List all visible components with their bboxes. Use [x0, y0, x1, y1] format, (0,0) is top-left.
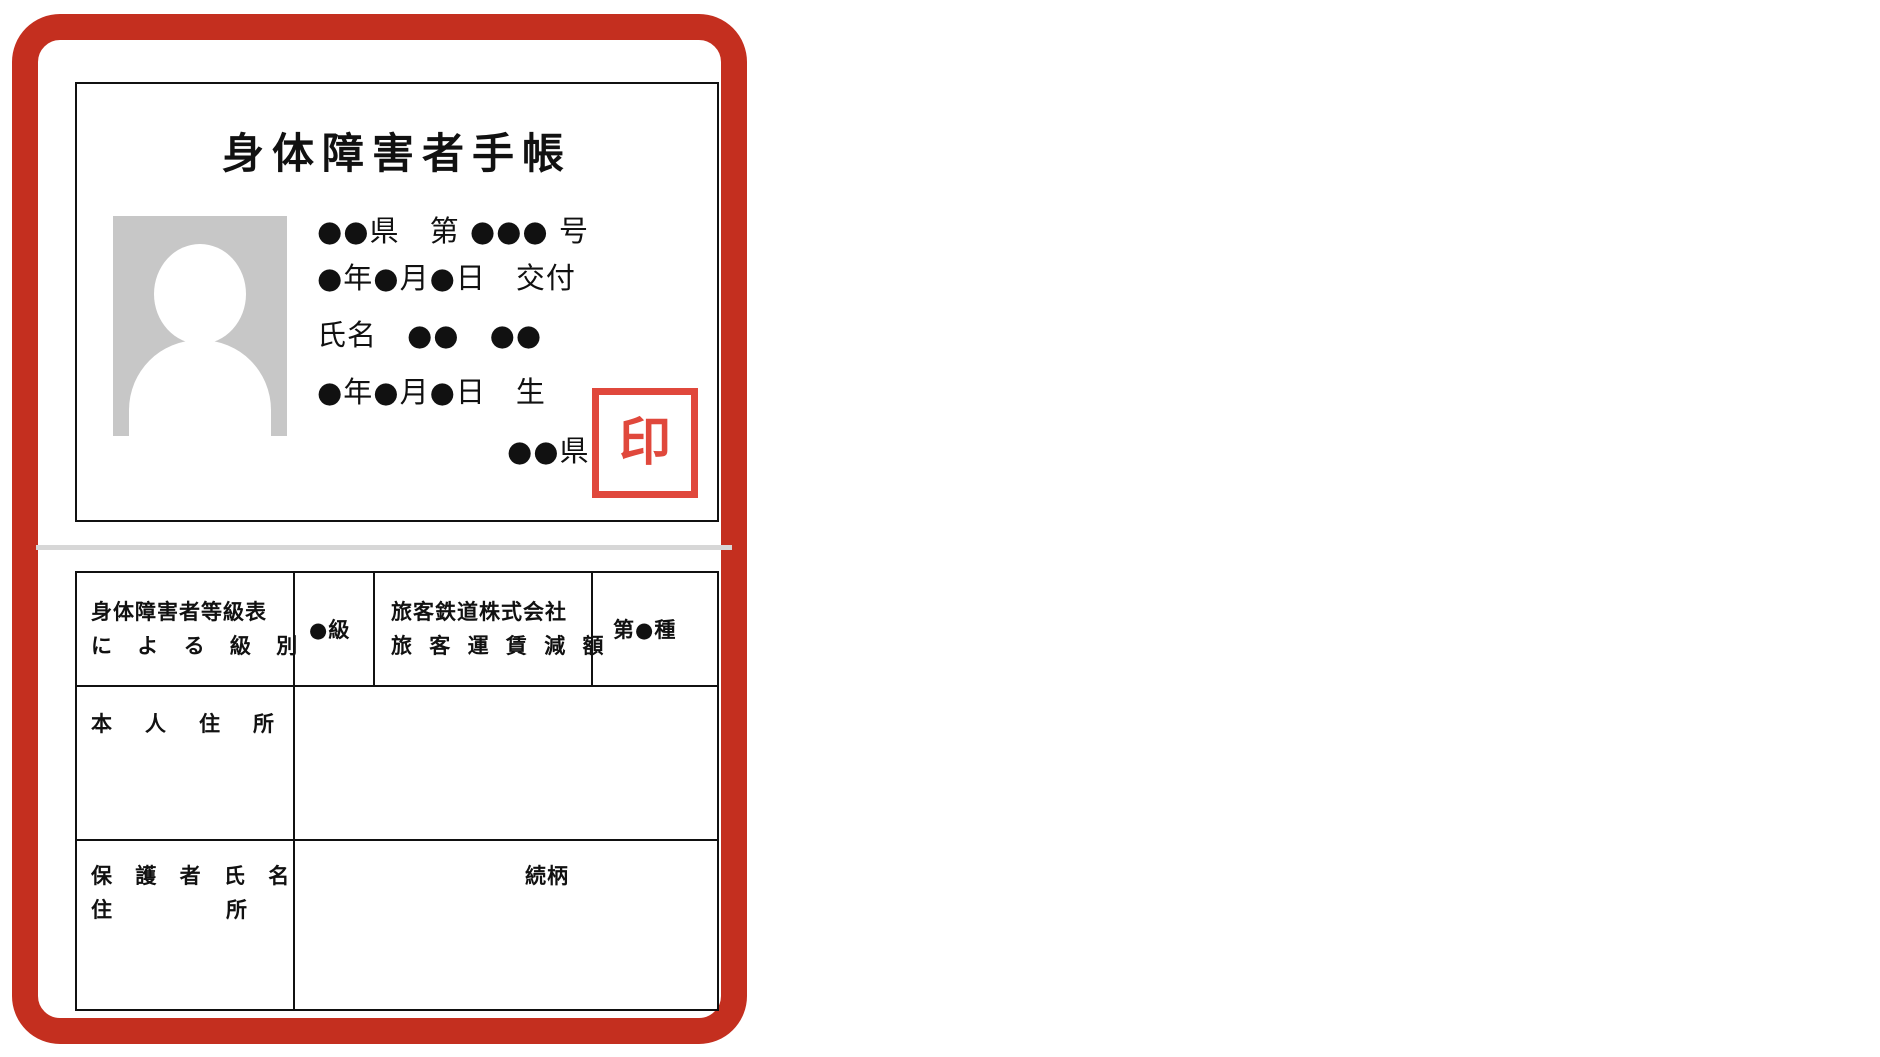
- photo-placeholder: [113, 216, 287, 436]
- certificate-front-panel: 身体障害者手帳 ●●県 第 ●●● 号 ●年●月●日 交付 氏名 ●● ●● ●…: [75, 82, 719, 522]
- guardian-address-label: 住 所: [91, 898, 253, 922]
- avatar-head-icon: [154, 244, 246, 344]
- table-grid-line: [373, 573, 375, 685]
- card-fold-divider: [36, 545, 732, 550]
- grade-header-line-2: に よ る 級 別: [91, 634, 307, 658]
- seal-text: 印: [618, 413, 671, 473]
- disability-certificate-card: 身体障害者手帳 ●●県 第 ●●● 号 ●年●月●日 交付 氏名 ●● ●● ●…: [12, 14, 747, 1044]
- table-grid-line: [77, 839, 717, 841]
- avatar-body-icon: [129, 340, 271, 436]
- address-label: 本 人 住 所: [91, 712, 280, 736]
- certificate-title: 身体障害者手帳: [221, 129, 572, 178]
- table-grid-line: [77, 685, 717, 687]
- holder-name: 氏名 ●● ●●: [317, 318, 543, 352]
- fare-discount-class: 第●種: [613, 618, 677, 642]
- issuing-prefecture: ●●県: [507, 434, 590, 468]
- grade-header-line-1: 身体障害者等級表: [91, 600, 267, 624]
- relationship-label: 続柄: [525, 864, 569, 888]
- grade-value: ●級: [309, 618, 351, 642]
- birth-date: ●年●月●日 生: [317, 375, 546, 409]
- official-seal-stamp: 印: [592, 388, 698, 498]
- issue-date: ●年●月●日 交付: [317, 261, 576, 295]
- certificate-details-table: 身体障害者等級表 に よ る 級 別 ●級 旅客鉄道株式会社 旅 客 運 賃 減…: [75, 571, 719, 1011]
- issuer-number: ●●県 第 ●●● 号: [317, 214, 589, 248]
- fare-header-line-1: 旅客鉄道株式会社: [391, 600, 567, 624]
- guardian-name-label: 保 護 者 氏 名: [91, 864, 298, 888]
- fare-header-line-2: 旅 客 運 賃 減 額: [391, 634, 609, 658]
